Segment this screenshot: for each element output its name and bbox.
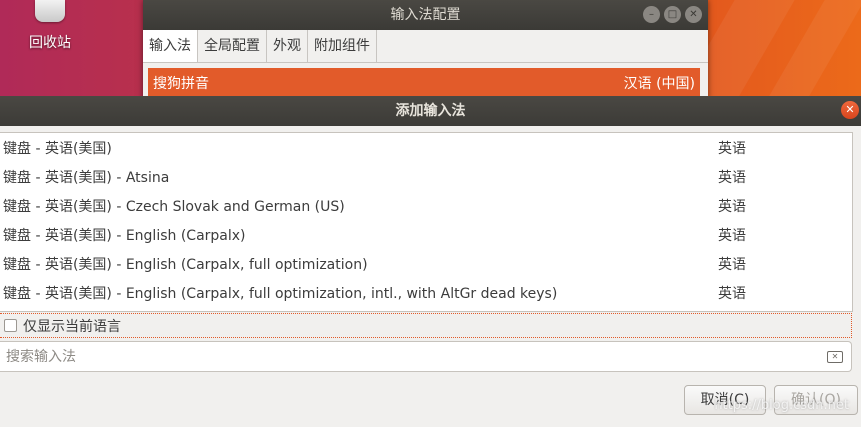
list-item-name: 键盘 - 英语(美国) - Czech Slovak and German (U… [3, 198, 345, 215]
list-item[interactable]: 键盘 - 英语(美国) - Atsina 英语 [0, 162, 852, 191]
config-tabs: 输入法 全局配置 外观 附加组件 [143, 30, 708, 63]
list-item-language: 英语 [718, 198, 746, 215]
tab-appearance[interactable]: 外观 [267, 30, 308, 62]
list-item[interactable]: 键盘 - 英语(美国) - English (Carpalx, full opt… [0, 278, 852, 307]
dialog-titlebar[interactable]: 添加输入法 ✕ [0, 96, 861, 126]
list-item-language: 英语 [718, 140, 746, 157]
close-icon[interactable]: ✕ [841, 101, 859, 119]
tab-input-method[interactable]: 输入法 [143, 30, 198, 62]
input-method-list: 键盘 - 英语(美国) 英语 键盘 - 英语(美国) - Atsina 英语 键… [0, 132, 853, 312]
add-input-method-dialog: 添加输入法 ✕ 键盘 - 英语(美国) 英语 键盘 - 英语(美国) - Ats… [0, 96, 861, 427]
list-item-language: 英语 [718, 256, 746, 273]
list-item-name: 键盘 - 英语(美国) - English (Carpalx, full opt… [3, 285, 558, 302]
selected-input-method-name: 搜狗拼音 [153, 76, 209, 92]
config-window-titlebar[interactable]: 输入法配置 – □ ✕ [143, 0, 708, 30]
search-input[interactable] [0, 347, 827, 366]
trash-icon [35, 0, 65, 22]
list-item-language: 英语 [718, 227, 746, 244]
list-item[interactable]: 键盘 - 英语(美国) - Czech Slovak and German (U… [0, 191, 852, 220]
dialog-title: 添加输入法 [395, 103, 466, 119]
selected-input-method-row[interactable]: 搜狗拼音 汉语 (中国) [148, 68, 700, 98]
list-item-language: 英语 [718, 169, 746, 186]
close-icon[interactable]: ✕ [685, 6, 702, 23]
current-language-only-checkbox[interactable] [4, 319, 17, 332]
tab-global-config[interactable]: 全局配置 [198, 30, 267, 62]
clear-icon[interactable]: ✕ [827, 350, 843, 363]
list-item[interactable]: 键盘 - 英语(美国) - English (Carpalx, full opt… [0, 249, 852, 278]
selected-input-method-language: 汉语 (中国) [623, 76, 695, 92]
config-window-title: 输入法配置 [390, 7, 461, 23]
input-method-config-window: 输入法配置 – □ ✕ 输入法 全局配置 外观 附加组件 搜狗拼音 汉语 (中国… [143, 0, 708, 100]
search-box: ✕ [0, 341, 852, 372]
current-language-only-label: 仅显示当前语言 [23, 318, 121, 335]
list-item-name: 键盘 - 英语(美国) [3, 140, 112, 157]
list-item-name: 键盘 - 英语(美国) - English (Carpalx, full opt… [3, 256, 368, 273]
list-item-name: 键盘 - 英语(美国) - English (Carpalx) [3, 227, 246, 244]
watermark: https://blog.csdn.net [714, 398, 849, 413]
list-item[interactable]: 键盘 - 英语(美国) - English (Carpalx) 英语 [0, 220, 852, 249]
trash-label: 回收站 [29, 35, 71, 51]
list-item[interactable]: 键盘 - 英语(美国) 英语 [0, 133, 852, 162]
current-language-only-option[interactable]: 仅显示当前语言 [0, 313, 852, 338]
tab-addons[interactable]: 附加组件 [308, 30, 377, 62]
trash-desktop-icon[interactable]: 回收站 [14, 0, 86, 52]
minimize-icon[interactable]: – [643, 6, 660, 23]
maximize-icon[interactable]: □ [664, 6, 681, 23]
list-item-name: 键盘 - 英语(美国) - Atsina [3, 169, 170, 186]
list-item-language: 英语 [718, 285, 746, 302]
